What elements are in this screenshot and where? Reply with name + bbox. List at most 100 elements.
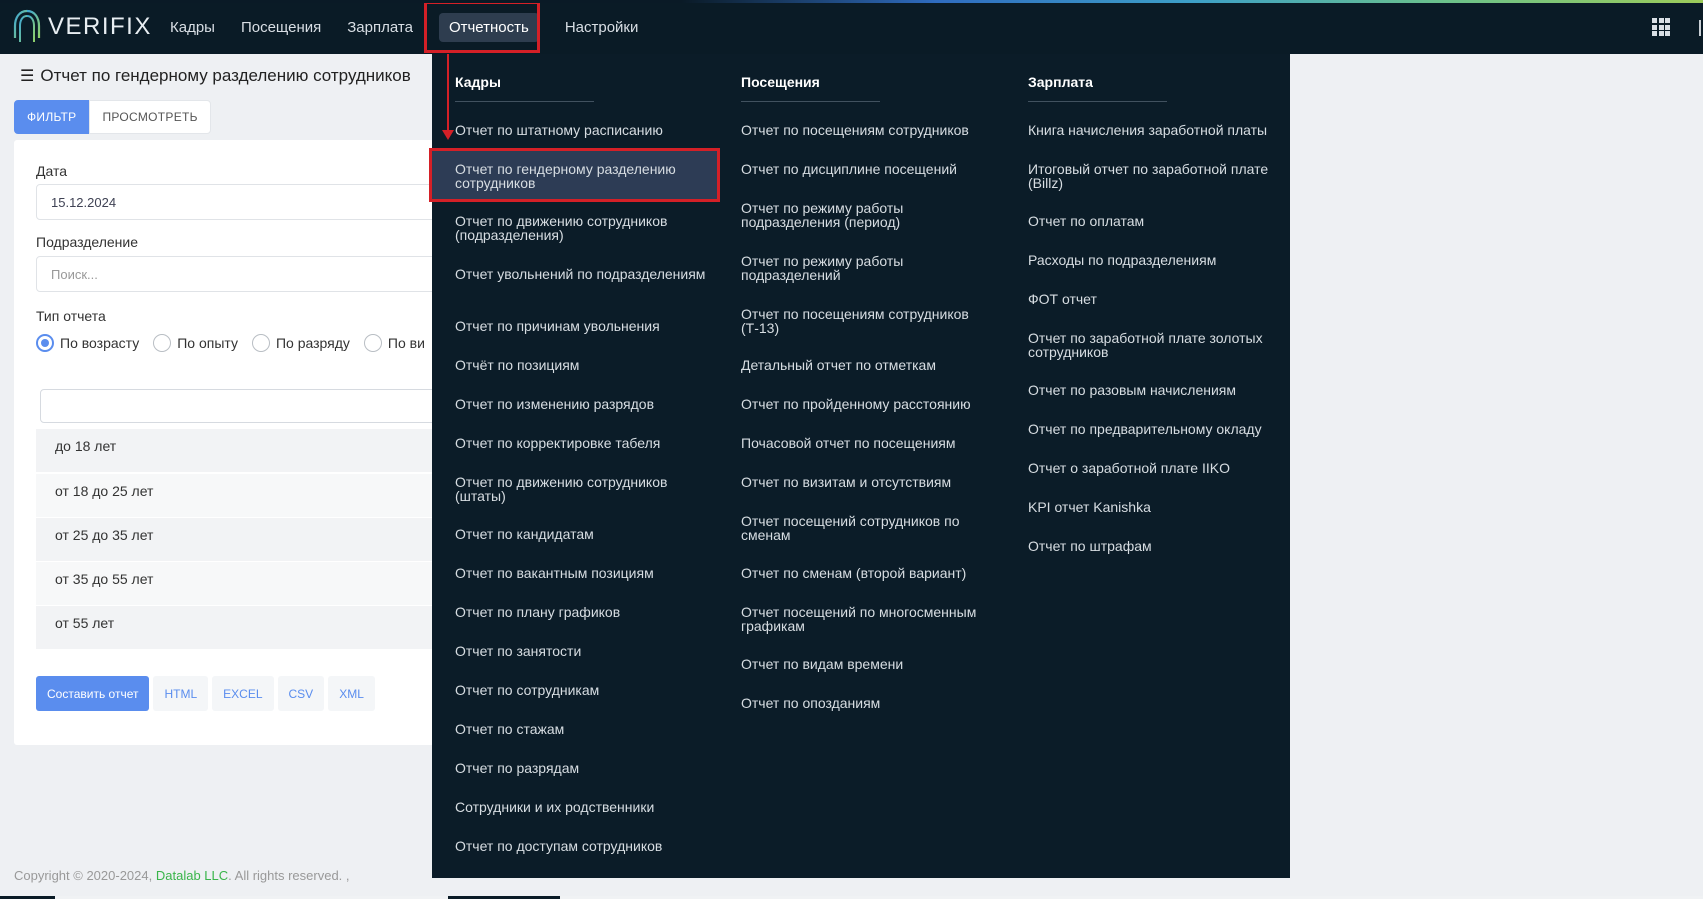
nav-item-salary[interactable]: Зарплата — [334, 0, 426, 54]
nav-label: Настройки — [564, 18, 639, 36]
menu-item-employee-movement-staff[interactable]: Отчет по движению сотрудников (штаты) — [455, 475, 710, 503]
menu-item-gold-employees-salary[interactable]: Отчет по заработной плате золотых сотруд… — [1028, 331, 1283, 359]
radio-by-rank[interactable]: По разряду — [251, 334, 350, 352]
brand-name: VERIFIX — [48, 13, 152, 40]
nav-label: Посещения — [240, 18, 322, 36]
menu-item-one-time-accruals[interactable]: Отчет по разовым начислениям — [1028, 383, 1283, 397]
export-excel-button[interactable]: EXCEL — [212, 676, 274, 711]
report-type-radios: По возрасту По опыту По разряду По ви — [36, 334, 425, 352]
menu-item-attendance-discipline[interactable]: Отчет по дисциплине посещений — [741, 162, 996, 176]
column-divider — [1028, 101, 1167, 102]
report-type-label: Тип отчета — [36, 308, 106, 324]
export-xml-button[interactable]: XML — [328, 676, 375, 711]
menu-item-attendance-t13[interactable]: Отчет по посещениям сотрудников (Т-13) — [741, 307, 996, 335]
division-search-input[interactable]: Поиск... — [36, 256, 436, 292]
export-csv-button[interactable]: CSV — [277, 676, 325, 711]
radio-checked-icon — [36, 334, 54, 352]
list-item[interactable]: до 18 лет — [36, 428, 436, 472]
export-html-button[interactable]: HTML — [153, 676, 209, 711]
menu-item-fines-report[interactable]: Отчет по штрафам — [1028, 539, 1283, 553]
date-label: Дата — [36, 163, 68, 179]
brand-logo[interactable]: VERIFIX — [12, 8, 152, 46]
fingerprint-logo-icon — [13, 9, 41, 44]
footer-rights: . All rights reserved. , — [228, 868, 350, 883]
apps-grid-icon[interactable] — [1652, 18, 1670, 36]
menu-item-employee-relatives[interactable]: Сотрудники и их родственники — [455, 800, 710, 814]
menu-item-multishift-schedules[interactable]: Отчет посещений по многосменным графикам — [741, 605, 996, 633]
menu-item-lateness[interactable]: Отчет по опозданиям — [741, 696, 996, 710]
radio-label: По опыту — [177, 335, 238, 351]
menu-item-kpi-kanishka[interactable]: KPI отчет Kanishka — [1028, 500, 1283, 514]
menu-item-candidates-report[interactable]: Отчет по кандидатам — [455, 527, 710, 541]
list-item[interactable]: от 18 до 25 лет — [36, 473, 436, 517]
column-divider — [741, 101, 880, 102]
menu-item-timesheet-corrections[interactable]: Отчет по корректировке табеля — [455, 436, 710, 450]
division-label: Подразделение — [36, 234, 139, 250]
menu-item-rank-changes[interactable]: Отчет по изменению разрядов — [455, 397, 710, 411]
menu-item-employee-movement-divisions[interactable]: Отчет по движению сотрудников (подраздел… — [455, 214, 710, 242]
radio-by-experience[interactable]: По опыту — [153, 334, 238, 352]
menu-item-shifts-second-variant[interactable]: Отчет по сменам (второй вариант) — [741, 566, 996, 580]
menu-item-division-mode-period[interactable]: Отчет по режиму работы подразделения (пе… — [741, 201, 996, 229]
radio-by-type[interactable]: По ви — [363, 334, 425, 352]
radio-label: По разряду — [275, 335, 350, 351]
menu-item-fot-report[interactable]: ФОТ отчет — [1028, 292, 1283, 306]
menu-item-dismissals-by-division[interactable]: Отчет увольнений по подразделениям — [455, 267, 710, 281]
tab-filter[interactable]: ФИЛЬТР — [14, 100, 90, 134]
menu-column-title: Посещения — [741, 74, 820, 90]
menu-item-payments-report[interactable]: Отчет по оплатам — [1028, 214, 1283, 228]
menu-item-vacancies-report[interactable]: Отчет по вакантным позициям — [455, 566, 710, 580]
radio-unchecked-icon — [251, 334, 270, 352]
menu-item-visits-absences[interactable]: Отчет по визитам и отсутствиям — [741, 475, 996, 489]
menu-item-schedule-plan[interactable]: Отчет по плану графиков — [455, 605, 710, 619]
footer: Copyright © 2020-2024, Datalab LLC. All … — [14, 868, 350, 883]
menu-item-payroll-summary-billz[interactable]: Итоговый отчет по заработной плате (Bill… — [1028, 162, 1283, 190]
pointer-arrow-head-icon — [442, 130, 454, 140]
menu-item-distance-traveled[interactable]: Отчет по пройденному расстоянию — [741, 397, 996, 411]
date-input[interactable]: 15.12.2024 — [36, 184, 436, 220]
list-item[interactable]: от 35 до 55 лет — [36, 561, 436, 605]
menu-item-time-types[interactable]: Отчет по видам времени — [741, 657, 996, 671]
generate-report-button[interactable]: Составить отчет — [36, 676, 150, 711]
footer-company-link[interactable]: Datalab LLC — [156, 868, 228, 883]
menu-item-positions-report[interactable]: Отчёт по позициям — [455, 358, 710, 372]
menu-item-dismissal-reasons[interactable]: Отчет по причинам увольнения — [455, 319, 710, 333]
menu-item-employee-attendance[interactable]: Отчет по посещениям сотрудников — [741, 123, 996, 137]
main-nav: Кадры Посещения Зарплата Отчетность Наст… — [156, 0, 651, 54]
edge-divider — [1699, 20, 1701, 36]
menu-item-division-mode[interactable]: Отчет по режиму работы подразделений — [741, 254, 996, 282]
nav-item-settings[interactable]: Настройки — [552, 0, 652, 54]
radio-label: По возрасту — [60, 335, 140, 351]
nav-item-hr[interactable]: Кадры — [156, 0, 228, 54]
menu-column-title: Кадры — [455, 74, 501, 90]
radio-label: По ви — [387, 335, 425, 351]
menu-item-detailed-marks[interactable]: Детальный отчет по отметкам — [741, 358, 996, 372]
menu-item-payroll-book[interactable]: Книга начисления заработной платы — [1028, 123, 1283, 137]
page-title: ☰ Отчет по гендерному разделению сотрудн… — [20, 66, 411, 86]
menu-item-gender-report[interactable]: Отчет по гендерному разделению сотрудник… — [455, 162, 710, 190]
menu-item-employees-report[interactable]: Отчет по сотрудникам — [455, 683, 710, 697]
footer-copyright: Copyright © 2020-2024, — [14, 868, 153, 883]
radio-by-age[interactable]: По возрасту — [36, 334, 139, 352]
top-navbar: VERIFIX Кадры Посещения Зарплата Отчетно… — [0, 0, 1703, 54]
menu-item-hourly-attendance[interactable]: Почасовой отчет по посещениям — [741, 436, 996, 450]
nav-item-reports[interactable]: Отчетность — [426, 0, 552, 54]
top-accent-stripe — [0, 0, 1703, 3]
menu-item-attendance-by-shifts[interactable]: Отчет посещений сотрудников по сменам — [741, 514, 996, 542]
menu-icon[interactable]: ☰ — [20, 66, 34, 86]
menu-item-preliminary-salary[interactable]: Отчет по предварительному окладу — [1028, 422, 1283, 436]
nav-label: Отчетность — [438, 12, 539, 42]
menu-item-employee-access[interactable]: Отчет по доступам сотрудников — [455, 839, 710, 853]
menu-item-ranks-report[interactable]: Отчет по разрядам — [455, 761, 710, 775]
menu-item-seniority-report[interactable]: Отчет по стажам — [455, 722, 710, 736]
menu-item-employment-report[interactable]: Отчет по занятости — [455, 644, 710, 658]
menu-item-iiko-salary[interactable]: Отчет о заработной плате IIKO — [1028, 461, 1283, 475]
menu-item-staff-schedule-report[interactable]: Отчет по штатному расписанию — [455, 123, 710, 137]
menu-item-division-expenses[interactable]: Расходы по подразделениям — [1028, 253, 1283, 267]
nav-item-attendance[interactable]: Посещения — [228, 0, 334, 54]
list-item[interactable]: от 55 лет — [36, 605, 436, 649]
age-groups-search-input[interactable] — [40, 389, 440, 423]
page-title-text: Отчет по гендерному разделению сотрудник… — [40, 66, 411, 85]
tab-view[interactable]: ПРОСМОТРЕТЬ — [89, 100, 211, 134]
list-item[interactable]: от 25 до 35 лет — [36, 517, 436, 561]
